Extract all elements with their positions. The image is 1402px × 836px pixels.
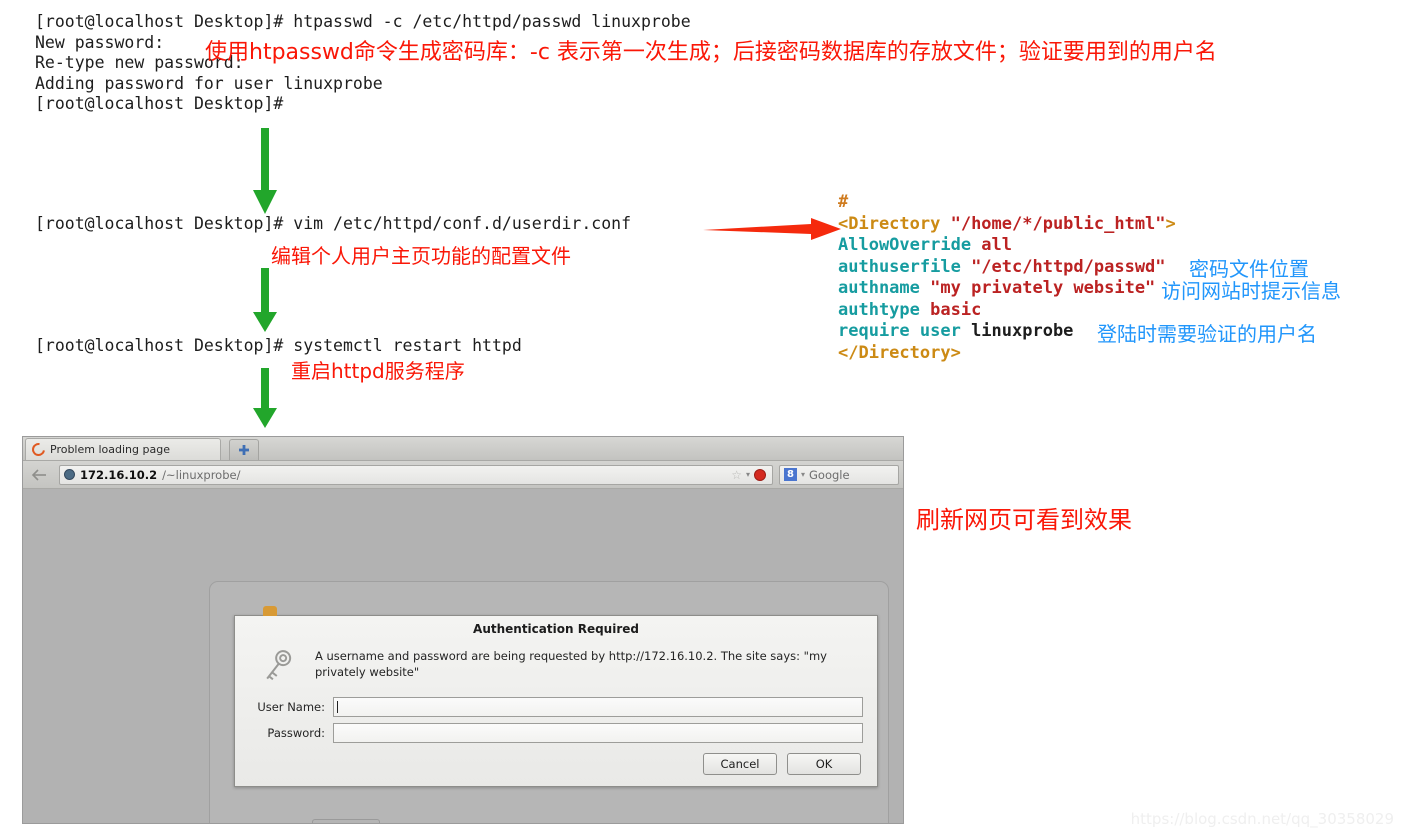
config-line: authuserfile "/etc/httpd/passwd": [838, 257, 1176, 279]
terminal-block-restart: [root@localhost Desktop]# systemctl rest…: [35, 336, 522, 355]
cancel-button[interactable]: Cancel: [703, 753, 777, 775]
back-arrow-icon: [31, 468, 46, 481]
username-field-row: User Name:: [235, 697, 877, 717]
username-label: User Name:: [257, 700, 325, 714]
green-arrow-down-2: [253, 268, 277, 332]
url-bar[interactable]: 172.16.10.2 /~linuxprobe/ ☆ ▾: [59, 464, 773, 485]
annotation-require-user-note: 登陆时需要验证的用户名: [1097, 322, 1317, 346]
config-token: #: [838, 192, 849, 212]
new-tab-button[interactable]: [229, 439, 259, 460]
browser-tab[interactable]: Problem loading page: [25, 438, 221, 460]
dialog-message-text: A username and password are being reques…: [315, 649, 827, 679]
stop-loading-icon[interactable]: [754, 468, 766, 481]
tutorial-screenshot: [root@localhost Desktop]# htpasswd -c /e…: [0, 0, 1402, 836]
try-again-button[interactable]: Try Again: [312, 819, 380, 823]
annotation-htpasswd-note: 使用htpasswd命令生成密码库：-c 表示第一次生成；后接密码数据库的存放文…: [205, 40, 1217, 65]
config-token: all: [981, 235, 1013, 255]
dialog-anchor-nub: [263, 606, 277, 616]
browser-tab-strip: Problem loading page: [23, 437, 903, 461]
firefox-logo-icon: [29, 440, 48, 459]
config-token: AllowOverride: [838, 235, 982, 255]
search-bar[interactable]: 8 ▾ Google: [779, 464, 899, 485]
config-line: #: [838, 192, 1176, 214]
ok-button[interactable]: OK: [787, 753, 861, 775]
config-token: authuserfile: [838, 256, 972, 277]
dialog-button-row: Cancel OK: [235, 743, 877, 775]
config-token: authtype: [838, 299, 931, 320]
username-input[interactable]: [333, 697, 863, 717]
password-input[interactable]: [333, 723, 863, 743]
chevron-down-icon[interactable]: ▾: [746, 470, 750, 479]
password-field-row: Password:: [235, 723, 877, 743]
search-engine-chevron-icon[interactable]: ▾: [801, 470, 805, 479]
green-arrow-down-1: [253, 128, 277, 214]
firefox-browser-window: Problem loading page 172.16.10.2 /~linuxp…: [22, 436, 904, 824]
key-icon: [255, 644, 299, 691]
text-caret: [337, 701, 338, 713]
config-token: authname: [838, 278, 931, 298]
config-line: <Directory "/home/*/public_html">: [838, 214, 1176, 236]
watermark: https://blog.csdn.net/qq_30358029: [1130, 810, 1394, 828]
config-token: "/home/*/public_html": [950, 213, 1166, 234]
green-arrow-down-3: [253, 368, 277, 428]
search-engine-icon: 8: [784, 468, 797, 481]
url-bar-actions: ☆ ▾: [731, 468, 768, 482]
config-line: AllowOverride all: [838, 235, 1176, 257]
browser-tab-title: Problem loading page: [50, 443, 170, 456]
bookmark-star-icon[interactable]: ☆: [731, 468, 742, 482]
config-line: authname "my privately website": [838, 278, 1176, 300]
red-arrow-right: [703, 218, 841, 240]
globe-icon: [64, 469, 75, 480]
browser-content-area: Try Again Authentication Required: [23, 489, 903, 823]
config-token: basic: [930, 299, 982, 320]
config-token: >: [1165, 213, 1176, 234]
dialog-title: Authentication Required: [473, 622, 639, 636]
config-token: <Directory: [838, 213, 951, 234]
browser-nav-bar: 172.16.10.2 /~linuxprobe/ ☆ ▾ 8 ▾ Google: [23, 461, 903, 489]
config-token: linuxprobe: [971, 321, 1074, 341]
plus-icon: [239, 445, 249, 455]
annotation-restart-note: 重启httpd服务程序: [291, 359, 465, 383]
terminal-block-vim: [root@localhost Desktop]# vim /etc/httpd…: [35, 214, 632, 233]
password-label: Password:: [267, 726, 325, 740]
authentication-dialog: Authentication Required A username and p…: [234, 606, 878, 787]
search-engine-label: Google: [809, 467, 850, 482]
dialog-message-row: A username and password are being reques…: [235, 640, 877, 691]
annotation-vim-note: 编辑个人用户主页功能的配置文件: [271, 244, 571, 268]
config-token: "my privately website": [930, 278, 1156, 298]
url-path: /~linuxprobe/: [162, 467, 241, 482]
config-token: require user: [838, 321, 972, 341]
annotation-refresh-note: 刷新网页可看到效果: [916, 506, 1132, 534]
back-button[interactable]: [27, 464, 53, 486]
annotation-authname-note: 访问网站时提示信息: [1161, 279, 1341, 303]
url-host: 172.16.10.2: [80, 467, 158, 482]
config-token: "/etc/httpd/passwd": [971, 256, 1166, 277]
config-token: </Directory>: [838, 342, 961, 363]
